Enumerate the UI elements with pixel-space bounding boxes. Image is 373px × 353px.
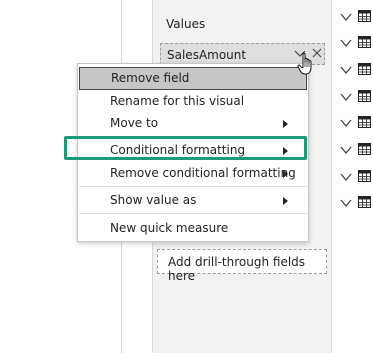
menu-item-move-to[interactable]: Move to [78, 112, 308, 136]
submenu-arrow-icon [283, 197, 288, 205]
table-icon [358, 170, 371, 182]
menu-item-rename[interactable]: Rename for this visual [78, 90, 308, 114]
field-name: SalesAmount [167, 48, 247, 62]
chevron-down-icon[interactable] [340, 145, 352, 155]
fields-table-row[interactable] [338, 169, 373, 185]
menu-item-label: Remove conditional formatting [110, 166, 296, 180]
menu-item-label: Remove field [111, 71, 190, 85]
menu-item-new-quick-measure[interactable]: New quick measure [78, 217, 308, 241]
table-icon [358, 90, 371, 102]
table-icon [358, 63, 371, 75]
menu-item-label: New quick measure [110, 221, 229, 235]
chevron-down-icon[interactable] [340, 12, 352, 22]
fields-table-row[interactable] [338, 9, 373, 25]
menu-separator [79, 213, 307, 214]
menu-separator [79, 186, 307, 187]
fields-table-row[interactable] [338, 89, 373, 105]
menu-item-label: Move to [110, 116, 159, 130]
table-icon [358, 116, 371, 128]
fields-table-row[interactable] [338, 35, 373, 51]
fields-table-row[interactable] [338, 62, 373, 78]
menu-item-remove-field[interactable]: Remove field [79, 67, 307, 90]
submenu-arrow-icon [283, 120, 288, 128]
table-icon [358, 196, 371, 208]
chevron-down-icon[interactable] [340, 65, 352, 75]
chevron-down-icon[interactable] [340, 92, 352, 102]
submenu-arrow-icon [283, 170, 288, 178]
table-icon [358, 36, 371, 48]
menu-item-show-value-as[interactable]: Show value as [78, 189, 308, 213]
chevron-down-icon[interactable] [340, 118, 352, 128]
menu-item-label: Rename for this visual [110, 94, 245, 108]
fields-table-row[interactable] [338, 195, 373, 211]
drill-through-drop-zone[interactable]: Add drill-through fields here [157, 249, 327, 283]
chevron-down-icon[interactable] [340, 172, 352, 182]
chevron-down-icon[interactable] [340, 198, 352, 208]
values-well-label: Values [166, 17, 206, 31]
hand-cursor-icon [297, 52, 312, 75]
menu-item-label: Show value as [110, 193, 197, 207]
fields-table-row[interactable] [338, 142, 373, 158]
callout-highlight-box [64, 136, 307, 160]
table-icon [358, 10, 371, 22]
table-icon [358, 143, 371, 155]
menu-item-remove-conditional-formatting[interactable]: Remove conditional formatting [78, 162, 308, 186]
chevron-down-icon[interactable] [340, 38, 352, 48]
fields-table-row[interactable] [338, 115, 373, 131]
